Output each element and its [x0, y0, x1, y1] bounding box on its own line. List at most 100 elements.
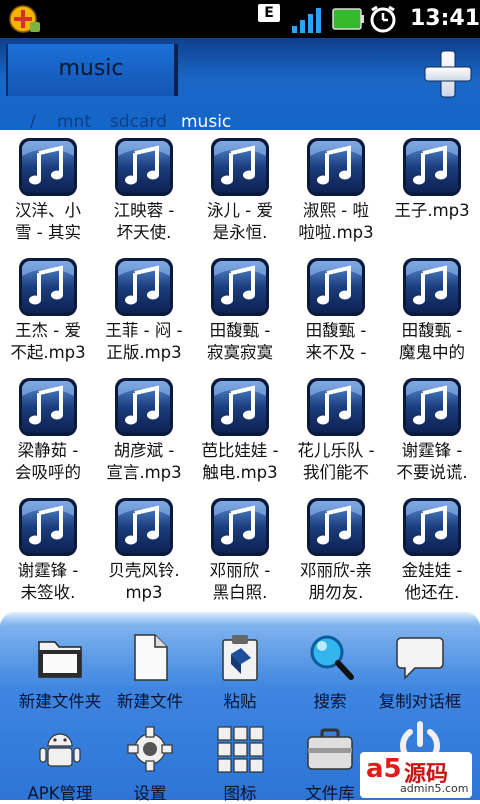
copy-dialog-icon: [396, 637, 444, 680]
new-file-label: 新建文件: [117, 692, 183, 711]
watermark-logo: a5 源码 admin5.com: [360, 752, 472, 798]
breadcrumb-root[interactable]: /: [30, 112, 36, 130]
file-name-line2: 雪 - 其实: [15, 223, 81, 242]
file-item[interactable]: 花儿乐队 - 我们能不: [288, 372, 384, 492]
file-item[interactable]: 胡彦斌 - 宣言.mp3: [96, 372, 192, 492]
new-folder-button[interactable]: 新建文件夹: [12, 632, 108, 712]
file-item[interactable]: 芭比娃娃 - 触电.mp3: [192, 372, 288, 492]
android-icon: [39, 733, 81, 767]
paste-button[interactable]: 粘贴: [192, 632, 288, 712]
file-item[interactable]: 贝壳风铃. mp3: [96, 492, 192, 612]
copy-dialog-label: 复制对话框: [378, 692, 462, 711]
file-item[interactable]: 田馥甄 - 寂寞寂寞: [192, 252, 288, 372]
clock-time: 13:41: [410, 6, 480, 31]
plus-icon[interactable]: [422, 48, 474, 100]
alarm-clock-icon: [370, 5, 396, 33]
file-name-line2: 寂寞寂寞: [207, 343, 273, 362]
file-name-line1: 田馥甄 -: [305, 321, 367, 340]
battery-icon: [332, 8, 364, 30]
breadcrumb: / mnt sdcard music: [0, 102, 480, 130]
file-name-line2: 不要说谎.: [396, 463, 468, 482]
paste-label: 粘贴: [223, 692, 257, 711]
file-name-line1: 泳儿 - 爱: [207, 201, 273, 220]
icon-view-label: 图标: [223, 784, 257, 803]
file-name-line1: 王菲 - 闷 -: [105, 321, 183, 340]
file-item[interactable]: 梁静茹 - 会吸呼的: [0, 372, 96, 492]
music-file-icon: [211, 258, 269, 316]
file-name-line1: 王子.mp3: [394, 201, 470, 220]
music-file-icon: [211, 378, 269, 436]
settings-label: 设置: [133, 784, 167, 803]
file-item[interactable]: 泳儿 - 爱是永恒.: [192, 132, 288, 252]
music-file-icon: [403, 378, 461, 436]
search-label: 搜索: [313, 692, 347, 711]
music-file-icon: [307, 498, 365, 556]
music-file-icon: [307, 378, 365, 436]
file-name-line1: 金娃娃 -: [401, 561, 463, 580]
grid-icon: [217, 726, 264, 773]
file-item[interactable]: 王子.mp3: [384, 132, 480, 252]
music-file-icon: [403, 498, 461, 556]
music-file-icon: [115, 498, 173, 556]
file-item[interactable]: 邓丽欣-亲朋勿友.: [288, 492, 384, 612]
file-name-line2: 我们能不: [303, 463, 369, 482]
file-name-line1: 邓丽欣-亲: [300, 561, 372, 580]
file-item[interactable]: 金娃娃 - 他还在.: [384, 492, 480, 612]
tab-label: music: [58, 56, 124, 81]
music-file-icon: [19, 138, 77, 196]
search-icon: [310, 635, 354, 680]
file-name-line1: 花儿乐队 -: [297, 441, 375, 460]
music-file-icon: [115, 138, 173, 196]
file-item[interactable]: 江映蓉 - 坏天使.: [96, 132, 192, 252]
gear-icon: [127, 726, 173, 772]
paste-icon: [222, 635, 258, 681]
header: music / mnt sdcard music: [0, 38, 480, 130]
music-file-icon: [211, 498, 269, 556]
breadcrumb-mnt[interactable]: mnt: [57, 112, 91, 130]
file-name-line2: 触电.mp3: [202, 463, 278, 482]
settings-button[interactable]: 设置: [102, 724, 198, 804]
file-item[interactable]: 汉洋、小雪 - 其实: [0, 132, 96, 252]
file-item[interactable]: 王杰 - 爱不起.mp3: [0, 252, 96, 372]
new-folder-label: 新建文件夹: [18, 692, 102, 711]
status-bar: E 13:41: [0, 0, 480, 38]
music-file-icon: [307, 138, 365, 196]
file-name-line2: 不起.mp3: [10, 343, 86, 362]
file-item[interactable]: 田馥甄 - 魔鬼中的: [384, 252, 480, 372]
file-name-line2: 朋勿友.: [308, 583, 364, 602]
file-name-line1: 田馥甄 -: [209, 321, 271, 340]
icon-view-button[interactable]: 图标: [192, 724, 288, 804]
new-file-button[interactable]: 新建文件: [102, 632, 198, 712]
file-name-line2: 是永恒.: [212, 223, 268, 242]
file-name-line2: 宣言.mp3: [106, 463, 182, 482]
watermark-mark: a5: [366, 754, 402, 784]
file-name-line1: 王杰 - 爱: [15, 321, 81, 340]
file-name-line1: 汉洋、小: [15, 201, 81, 220]
file-name-line1: 胡彦斌 -: [113, 441, 175, 460]
file-item[interactable]: 王菲 - 闷 - 正版.mp3: [96, 252, 192, 372]
file-name-line2: 来不及 -: [305, 343, 367, 362]
file-item[interactable]: 谢霆锋 - 不要说谎.: [384, 372, 480, 492]
breadcrumb-sdcard[interactable]: sdcard: [110, 112, 167, 130]
file-name-line2: 正版.mp3: [106, 343, 182, 362]
file-name-line2: 黑白照.: [212, 583, 268, 602]
file-name-line1: 邓丽欣 -: [209, 561, 271, 580]
file-name-line1: 淑熙 - 啦: [303, 201, 369, 220]
file-name-line2: mp3: [125, 583, 163, 602]
tab-music[interactable]: music: [6, 44, 178, 96]
apk-manager-button[interactable]: APK管理: [12, 724, 108, 804]
file-item[interactable]: 田馥甄 - 来不及 -: [288, 252, 384, 372]
file-item[interactable]: 淑熙 - 啦啦啦.mp3: [288, 132, 384, 252]
file-item[interactable]: 谢霆锋 - 未签收.: [0, 492, 96, 612]
new-file-icon: [134, 634, 168, 681]
app-launcher-icon[interactable]: [8, 4, 42, 34]
file-item[interactable]: 邓丽欣 - 黑白照.: [192, 492, 288, 612]
signal-icon: [292, 8, 321, 33]
network-type-badge: E: [258, 4, 280, 22]
file-name-line1: 谢霆锋 -: [401, 441, 463, 460]
search-button[interactable]: 搜索: [282, 632, 378, 712]
music-file-icon: [19, 498, 77, 556]
file-name-line2: 啦啦.mp3: [298, 223, 374, 242]
copy-dialog-button[interactable]: 复制对话框: [372, 632, 468, 712]
breadcrumb-music[interactable]: music: [181, 112, 231, 130]
